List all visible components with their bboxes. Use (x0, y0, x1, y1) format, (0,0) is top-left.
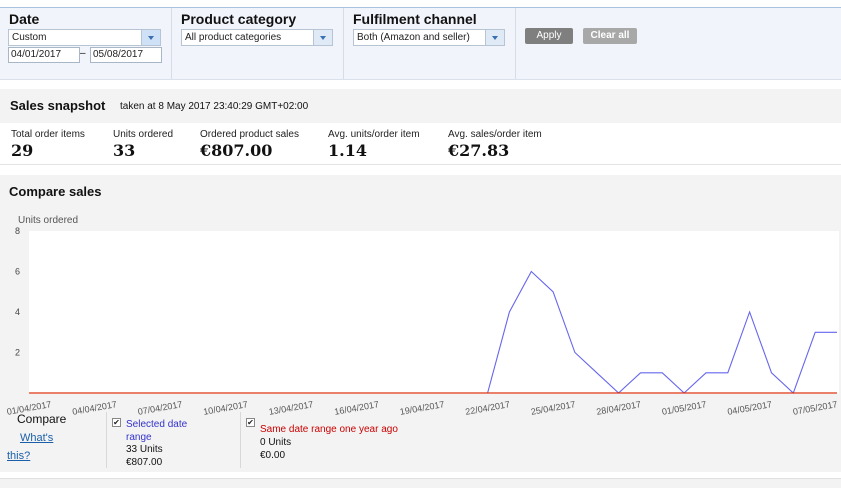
y-tick-label: 4 (15, 307, 20, 317)
y-tick-label: 6 (15, 267, 20, 277)
y-axis-title: Units ordered (18, 215, 78, 226)
compare-label: Compare (17, 412, 67, 426)
date-filter-label: Date (9, 11, 40, 27)
last-year-sales: €0.00 (260, 450, 286, 461)
date-to-input[interactable]: 05/08/2017 (90, 47, 162, 63)
metric-label: Avg. units/order item (328, 129, 420, 140)
x-tick-label: 25/04/2017 (530, 399, 576, 415)
whats-this-link[interactable]: What's this? (7, 429, 67, 465)
date-range-value: Custom (12, 32, 47, 43)
date-range-dash: – (80, 48, 86, 59)
chevron-down-icon[interactable] (485, 30, 504, 45)
chevron-down-icon[interactable] (313, 30, 332, 45)
last-year-units: 0 Units (260, 437, 292, 448)
selected-range-checkbox[interactable]: ✔ (112, 418, 121, 427)
category-value: All product categories (185, 32, 282, 43)
x-tick-label: 19/04/2017 (399, 399, 445, 415)
chevron-down-icon[interactable] (141, 30, 160, 45)
filter-divider (343, 8, 344, 79)
selected-range-sales: €807.00 (126, 457, 163, 468)
last-year-label: Same date range one year ago (260, 424, 398, 435)
x-tick-label: 04/04/2017 (71, 399, 117, 415)
x-tick-label: 07/04/2017 (137, 399, 183, 415)
metric-value: €807.00 (200, 141, 273, 160)
x-tick-label: 01/05/2017 (661, 399, 707, 415)
channel-filter-label: Fulfilment channel (353, 11, 477, 27)
clear-all-button[interactable]: Clear all (583, 28, 637, 44)
compare-sales-title: Compare sales (9, 184, 102, 199)
x-tick-label: 07/05/2017 (792, 399, 838, 415)
apply-button[interactable]: Apply (525, 28, 573, 44)
x-tick-label: 22/04/2017 (465, 399, 511, 415)
sales-snapshot-title: Sales snapshot (10, 98, 106, 113)
selected-range-units: 33 Units (126, 444, 163, 455)
metric-value: 29 (11, 141, 34, 160)
date-range-select[interactable]: Custom (8, 29, 161, 46)
filter-divider (515, 8, 516, 79)
x-tick-label: 16/04/2017 (334, 399, 380, 415)
last-year-checkbox[interactable]: ✔ (246, 418, 255, 427)
channel-select[interactable]: Both (Amazon and seller) (353, 29, 505, 46)
snapshot-timestamp: taken at 8 May 2017 23:40:29 GMT+02:00 (120, 101, 309, 112)
plot-area (29, 231, 839, 394)
legend-divider (106, 412, 107, 468)
y-tick-label: 8 (15, 226, 20, 236)
divider (0, 164, 841, 165)
metric-value: 33 (113, 141, 136, 160)
units-ordered-chart: Units ordered 2468 01/04/2017 04/04/2017 0… (6, 215, 839, 415)
date-from-input[interactable]: 04/01/2017 (8, 47, 80, 63)
x-tick-label: 28/04/2017 (596, 399, 642, 415)
x-tick-label: 04/05/2017 (727, 399, 773, 415)
metric-value: €27.83 (448, 141, 510, 160)
selected-range-label: Selected date range (126, 419, 188, 443)
x-tick-label: 13/04/2017 (268, 399, 314, 415)
filter-divider (171, 8, 172, 79)
channel-value: Both (Amazon and seller) (357, 32, 470, 43)
metric-label: Avg. sales/order item (448, 129, 542, 140)
x-tick-label: 10/04/2017 (202, 399, 248, 415)
legend-divider (240, 412, 241, 468)
metric-label: Ordered product sales (200, 129, 299, 140)
metric-label: Units ordered (113, 129, 174, 140)
metric-value: 1.14 (328, 141, 367, 160)
y-tick-label: 2 (15, 348, 20, 358)
category-select[interactable]: All product categories (181, 29, 333, 46)
category-filter-label: Product category (181, 11, 297, 27)
metric-label: Total order items (11, 129, 85, 140)
